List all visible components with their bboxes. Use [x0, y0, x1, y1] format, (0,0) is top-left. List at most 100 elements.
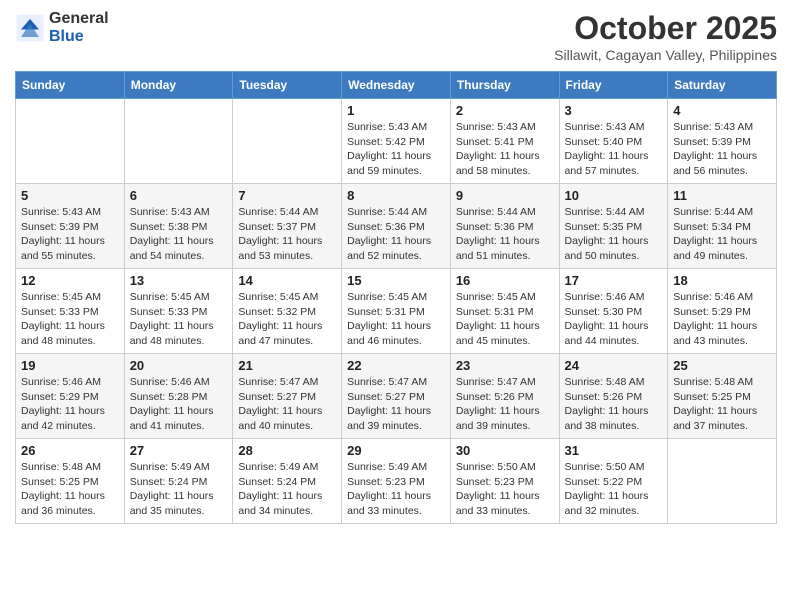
day-of-week-header: Tuesday: [233, 72, 342, 99]
calendar-cell: 11 Sunrise: 5:44 AM Sunset: 5:34 PM Dayli…: [668, 184, 777, 269]
calendar-cell: 16 Sunrise: 5:45 AM Sunset: 5:31 PM Dayli…: [450, 269, 559, 354]
month-title: October 2025: [554, 10, 777, 47]
day-info: Sunrise: 5:47 AM Sunset: 5:26 PM Dayligh…: [456, 375, 554, 434]
calendar-cell: 18Sunrise: 5:46 AM Sunset: 5:29 PM Dayli…: [668, 269, 777, 354]
calendar-cell: 31 Sunrise: 5:50 AM Sunset: 5:22 PM Dayli…: [559, 439, 668, 524]
day-info: Sunrise: 5:47 AM Sunset: 5:27 PM Dayligh…: [238, 375, 336, 434]
calendar-cell: 6 Sunrise: 5:43 AM Sunset: 5:38 PM Daylig…: [124, 184, 233, 269]
day-number: 29: [347, 443, 445, 458]
day-info: Sunrise: 5:48 AM Sunset: 5:25 PM Dayligh…: [673, 375, 771, 434]
calendar-cell: 5Sunrise: 5:43 AM Sunset: 5:39 PM Daylig…: [16, 184, 125, 269]
calendar-cell: [668, 439, 777, 524]
calendar-week-row: 12Sunrise: 5:45 AM Sunset: 5:33 PM Dayli…: [16, 269, 777, 354]
day-number: 20: [130, 358, 228, 373]
logo: General Blue: [15, 10, 109, 45]
day-info: Sunrise: 5:45 AM Sunset: 5:31 PM Dayligh…: [456, 290, 554, 349]
calendar-cell: 8 Sunrise: 5:44 AM Sunset: 5:36 PM Daylig…: [342, 184, 451, 269]
day-info: Sunrise: 5:50 AM Sunset: 5:23 PM Dayligh…: [456, 460, 554, 519]
day-info: Sunrise: 5:43 AM Sunset: 5:40 PM Dayligh…: [565, 120, 663, 179]
calendar-cell: 14 Sunrise: 5:45 AM Sunset: 5:32 PM Dayli…: [233, 269, 342, 354]
calendar-cell: 30 Sunrise: 5:50 AM Sunset: 5:23 PM Dayli…: [450, 439, 559, 524]
day-number: 10: [565, 188, 663, 203]
day-info: Sunrise: 5:48 AM Sunset: 5:26 PM Dayligh…: [565, 375, 663, 434]
day-number: 13: [130, 273, 228, 288]
logo-general: General: [49, 10, 109, 28]
day-info: Sunrise: 5:43 AM Sunset: 5:41 PM Dayligh…: [456, 120, 554, 179]
day-number: 31: [565, 443, 663, 458]
day-number: 4: [673, 103, 771, 118]
calendar-cell: 19Sunrise: 5:46 AM Sunset: 5:29 PM Dayli…: [16, 354, 125, 439]
calendar-cell: 23 Sunrise: 5:47 AM Sunset: 5:26 PM Dayli…: [450, 354, 559, 439]
day-info: Sunrise: 5:43 AM Sunset: 5:38 PM Dayligh…: [130, 205, 228, 264]
calendar-cell: [16, 99, 125, 184]
day-info: Sunrise: 5:45 AM Sunset: 5:32 PM Dayligh…: [238, 290, 336, 349]
day-number: 8: [347, 188, 445, 203]
day-number: 23: [456, 358, 554, 373]
calendar-cell: 17 Sunrise: 5:46 AM Sunset: 5:30 PM Dayli…: [559, 269, 668, 354]
day-of-week-header: Saturday: [668, 72, 777, 99]
day-of-week-header: Wednesday: [342, 72, 451, 99]
calendar-cell: [233, 99, 342, 184]
day-number: 16: [456, 273, 554, 288]
title-section: October 2025 Sillawit, Cagayan Valley, P…: [554, 10, 777, 63]
day-of-week-header: Sunday: [16, 72, 125, 99]
day-number: 6: [130, 188, 228, 203]
day-of-week-header: Thursday: [450, 72, 559, 99]
day-of-week-header: Monday: [124, 72, 233, 99]
day-info: Sunrise: 5:44 AM Sunset: 5:37 PM Dayligh…: [238, 205, 336, 264]
calendar-table: SundayMondayTuesdayWednesdayThursdayFrid…: [15, 71, 777, 524]
calendar-cell: 29 Sunrise: 5:49 AM Sunset: 5:23 PM Dayli…: [342, 439, 451, 524]
day-info: Sunrise: 5:46 AM Sunset: 5:29 PM Dayligh…: [21, 375, 119, 434]
calendar-cell: 2Sunrise: 5:43 AM Sunset: 5:41 PM Daylig…: [450, 99, 559, 184]
calendar-week-row: 1 Sunrise: 5:43 AM Sunset: 5:42 PM Daylig…: [16, 99, 777, 184]
calendar-cell: 1 Sunrise: 5:43 AM Sunset: 5:42 PM Daylig…: [342, 99, 451, 184]
day-number: 30: [456, 443, 554, 458]
calendar-cell: 28Sunrise: 5:49 AM Sunset: 5:24 PM Dayli…: [233, 439, 342, 524]
calendar-cell: 25 Sunrise: 5:48 AM Sunset: 5:25 PM Dayli…: [668, 354, 777, 439]
day-number: 15: [347, 273, 445, 288]
day-info: Sunrise: 5:43 AM Sunset: 5:42 PM Dayligh…: [347, 120, 445, 179]
day-number: 17: [565, 273, 663, 288]
day-number: 9: [456, 188, 554, 203]
day-number: 14: [238, 273, 336, 288]
calendar-week-row: 19Sunrise: 5:46 AM Sunset: 5:29 PM Dayli…: [16, 354, 777, 439]
day-number: 27: [130, 443, 228, 458]
logo-icon: [15, 13, 45, 43]
calendar-cell: 27Sunrise: 5:49 AM Sunset: 5:24 PM Dayli…: [124, 439, 233, 524]
calendar-cell: [124, 99, 233, 184]
day-info: Sunrise: 5:45 AM Sunset: 5:31 PM Dayligh…: [347, 290, 445, 349]
day-info: Sunrise: 5:44 AM Sunset: 5:36 PM Dayligh…: [347, 205, 445, 264]
day-info: Sunrise: 5:44 AM Sunset: 5:36 PM Dayligh…: [456, 205, 554, 264]
calendar-cell: 4 Sunrise: 5:43 AM Sunset: 5:39 PM Daylig…: [668, 99, 777, 184]
day-info: Sunrise: 5:49 AM Sunset: 5:24 PM Dayligh…: [238, 460, 336, 519]
day-number: 1: [347, 103, 445, 118]
logo-text: General Blue: [49, 10, 109, 45]
day-info: Sunrise: 5:45 AM Sunset: 5:33 PM Dayligh…: [130, 290, 228, 349]
calendar-cell: 26 Sunrise: 5:48 AM Sunset: 5:25 PM Dayli…: [16, 439, 125, 524]
day-info: Sunrise: 5:43 AM Sunset: 5:39 PM Dayligh…: [21, 205, 119, 264]
day-number: 24: [565, 358, 663, 373]
day-number: 26: [21, 443, 119, 458]
page-header: General Blue October 2025 Sillawit, Caga…: [15, 10, 777, 63]
day-number: 18: [673, 273, 771, 288]
day-info: Sunrise: 5:47 AM Sunset: 5:27 PM Dayligh…: [347, 375, 445, 434]
location-subtitle: Sillawit, Cagayan Valley, Philippines: [554, 47, 777, 63]
day-info: Sunrise: 5:44 AM Sunset: 5:35 PM Dayligh…: [565, 205, 663, 264]
calendar-cell: 9 Sunrise: 5:44 AM Sunset: 5:36 PM Daylig…: [450, 184, 559, 269]
day-number: 3: [565, 103, 663, 118]
day-info: Sunrise: 5:49 AM Sunset: 5:23 PM Dayligh…: [347, 460, 445, 519]
day-info: Sunrise: 5:46 AM Sunset: 5:28 PM Dayligh…: [130, 375, 228, 434]
day-number: 25: [673, 358, 771, 373]
calendar-cell: 15 Sunrise: 5:45 AM Sunset: 5:31 PM Dayli…: [342, 269, 451, 354]
day-info: Sunrise: 5:46 AM Sunset: 5:30 PM Dayligh…: [565, 290, 663, 349]
calendar-week-row: 5Sunrise: 5:43 AM Sunset: 5:39 PM Daylig…: [16, 184, 777, 269]
day-info: Sunrise: 5:48 AM Sunset: 5:25 PM Dayligh…: [21, 460, 119, 519]
day-of-week-header: Friday: [559, 72, 668, 99]
day-info: Sunrise: 5:44 AM Sunset: 5:34 PM Dayligh…: [673, 205, 771, 264]
day-number: 11: [673, 188, 771, 203]
day-info: Sunrise: 5:43 AM Sunset: 5:39 PM Dayligh…: [673, 120, 771, 179]
calendar-cell: 22Sunrise: 5:47 AM Sunset: 5:27 PM Dayli…: [342, 354, 451, 439]
logo-blue: Blue: [49, 28, 109, 46]
day-info: Sunrise: 5:50 AM Sunset: 5:22 PM Dayligh…: [565, 460, 663, 519]
calendar-cell: 13 Sunrise: 5:45 AM Sunset: 5:33 PM Dayli…: [124, 269, 233, 354]
